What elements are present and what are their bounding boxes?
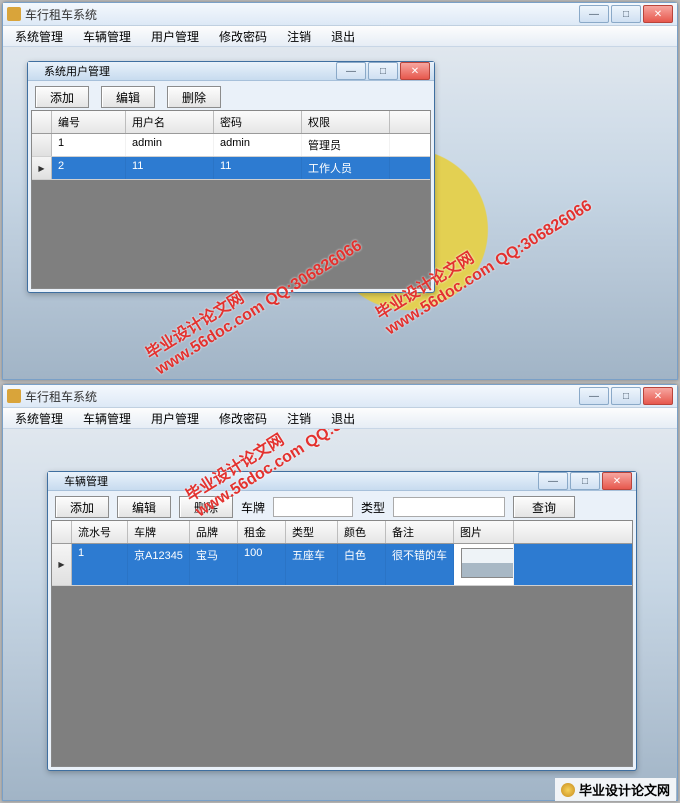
menu-exit[interactable]: 退出 [323,26,363,47]
inner-close-button[interactable]: ✕ [602,472,632,490]
type-input[interactable] [393,497,505,517]
close-button[interactable]: ✕ [643,5,673,23]
mdi-client-area: 系统用户管理 — □ ✕ 添加 编辑 删除 [3,47,677,379]
inner-maximize-button[interactable]: □ [368,62,398,80]
toolbar: 添加 编辑 删除 [31,84,431,110]
col-type[interactable]: 类型 [286,521,338,543]
table-row[interactable]: 2 11 11 工作人员 [32,157,430,180]
minimize-button[interactable]: — [579,5,609,23]
inner-titlebar[interactable]: 系统用户管理 — □ ✕ [28,62,434,81]
plate-label: 车牌 [241,499,265,516]
inner-close-button[interactable]: ✕ [400,62,430,80]
table-row[interactable]: 1 京A12345 宝马 100 五座车 白色 很不错的车 [52,544,632,586]
delete-button[interactable]: 删除 [179,496,233,518]
form-icon [52,475,64,487]
add-button[interactable]: 添加 [55,496,109,518]
edit-button[interactable]: 编辑 [117,496,171,518]
inner-minimize-button[interactable]: — [538,472,568,490]
screenshot-vehicle-management: 车行租车系统 — □ ✕ 系统管理 车辆管理 用户管理 修改密码 注销 退出 车… [0,382,680,803]
menu-logout[interactable]: 注销 [279,408,319,429]
screenshot-user-management: 车行租车系统 — □ ✕ 系统管理 车辆管理 用户管理 修改密码 注销 退出 系… [0,0,680,382]
app-icon [7,7,21,21]
vehicle-grid[interactable]: 流水号 车牌 品牌 租金 类型 颜色 备注 图片 1 京A1234 [51,520,633,767]
mdi-client-area: 车辆管理 — □ ✕ 添加 编辑 删除 车牌 类型 [3,429,677,800]
col-username[interactable]: 用户名 [126,111,214,133]
main-window: 车行租车系统 — □ ✕ 系统管理 车辆管理 用户管理 修改密码 注销 退出 系… [2,2,678,380]
inner-titlebar[interactable]: 车辆管理 — □ ✕ [48,472,636,491]
menu-user[interactable]: 用户管理 [143,408,207,429]
col-plate[interactable]: 车牌 [128,521,190,543]
menu-exit[interactable]: 退出 [323,408,363,429]
menu-system[interactable]: 系统管理 [7,26,71,47]
edit-button[interactable]: 编辑 [101,86,155,108]
add-button[interactable]: 添加 [35,86,89,108]
inner-title: 系统用户管理 [44,63,336,79]
menu-password[interactable]: 修改密码 [211,408,275,429]
footer-watermark: 毕业设计论文网 [555,778,676,801]
col-id[interactable]: 编号 [52,111,126,133]
col-password[interactable]: 密码 [214,111,302,133]
table-row[interactable]: 1 admin admin 管理员 [32,134,430,157]
app-title: 车行租车系统 [25,388,579,405]
vehicle-management-window: 车辆管理 — □ ✕ 添加 编辑 删除 车牌 类型 [47,471,637,771]
type-label: 类型 [361,499,385,516]
main-window: 车行租车系统 — □ ✕ 系统管理 车辆管理 用户管理 修改密码 注销 退出 车… [2,384,678,801]
app-title: 车行租车系统 [25,6,579,23]
plate-input[interactable] [273,497,353,517]
inner-maximize-button[interactable]: □ [570,472,600,490]
minimize-button[interactable]: — [579,387,609,405]
menu-bar: 系统管理 车辆管理 用户管理 修改密码 注销 退出 [3,26,677,47]
query-button[interactable]: 查询 [513,496,575,518]
maximize-button[interactable]: □ [611,5,641,23]
titlebar[interactable]: 车行租车系统 — □ ✕ [3,385,677,408]
maximize-button[interactable]: □ [611,387,641,405]
menu-logout[interactable]: 注销 [279,26,319,47]
col-image[interactable]: 图片 [454,521,514,543]
col-color[interactable]: 颜色 [338,521,386,543]
user-grid[interactable]: 编号 用户名 密码 权限 1 admin admin 管理员 [31,110,431,289]
menu-bar: 系统管理 车辆管理 用户管理 修改密码 注销 退出 [3,408,677,429]
vehicle-image-cell [454,544,514,585]
inner-title: 车辆管理 [64,473,538,489]
toolbar: 添加 编辑 删除 车牌 类型 查询 [51,494,633,520]
col-rent[interactable]: 租金 [238,521,286,543]
logo-icon [561,783,575,797]
user-management-window: 系统用户管理 — □ ✕ 添加 编辑 删除 [27,61,435,293]
col-role[interactable]: 权限 [302,111,390,133]
inner-minimize-button[interactable]: — [336,62,366,80]
car-thumbnail-icon [461,548,514,578]
app-icon [7,389,21,403]
titlebar[interactable]: 车行租车系统 — □ ✕ [3,3,677,26]
menu-vehicle[interactable]: 车辆管理 [75,408,139,429]
close-button[interactable]: ✕ [643,387,673,405]
col-serial[interactable]: 流水号 [72,521,128,543]
menu-vehicle[interactable]: 车辆管理 [75,26,139,47]
col-brand[interactable]: 品牌 [190,521,238,543]
col-remark[interactable]: 备注 [386,521,454,543]
form-icon [32,65,44,77]
delete-button[interactable]: 删除 [167,86,221,108]
menu-user[interactable]: 用户管理 [143,26,207,47]
menu-password[interactable]: 修改密码 [211,26,275,47]
menu-system[interactable]: 系统管理 [7,408,71,429]
